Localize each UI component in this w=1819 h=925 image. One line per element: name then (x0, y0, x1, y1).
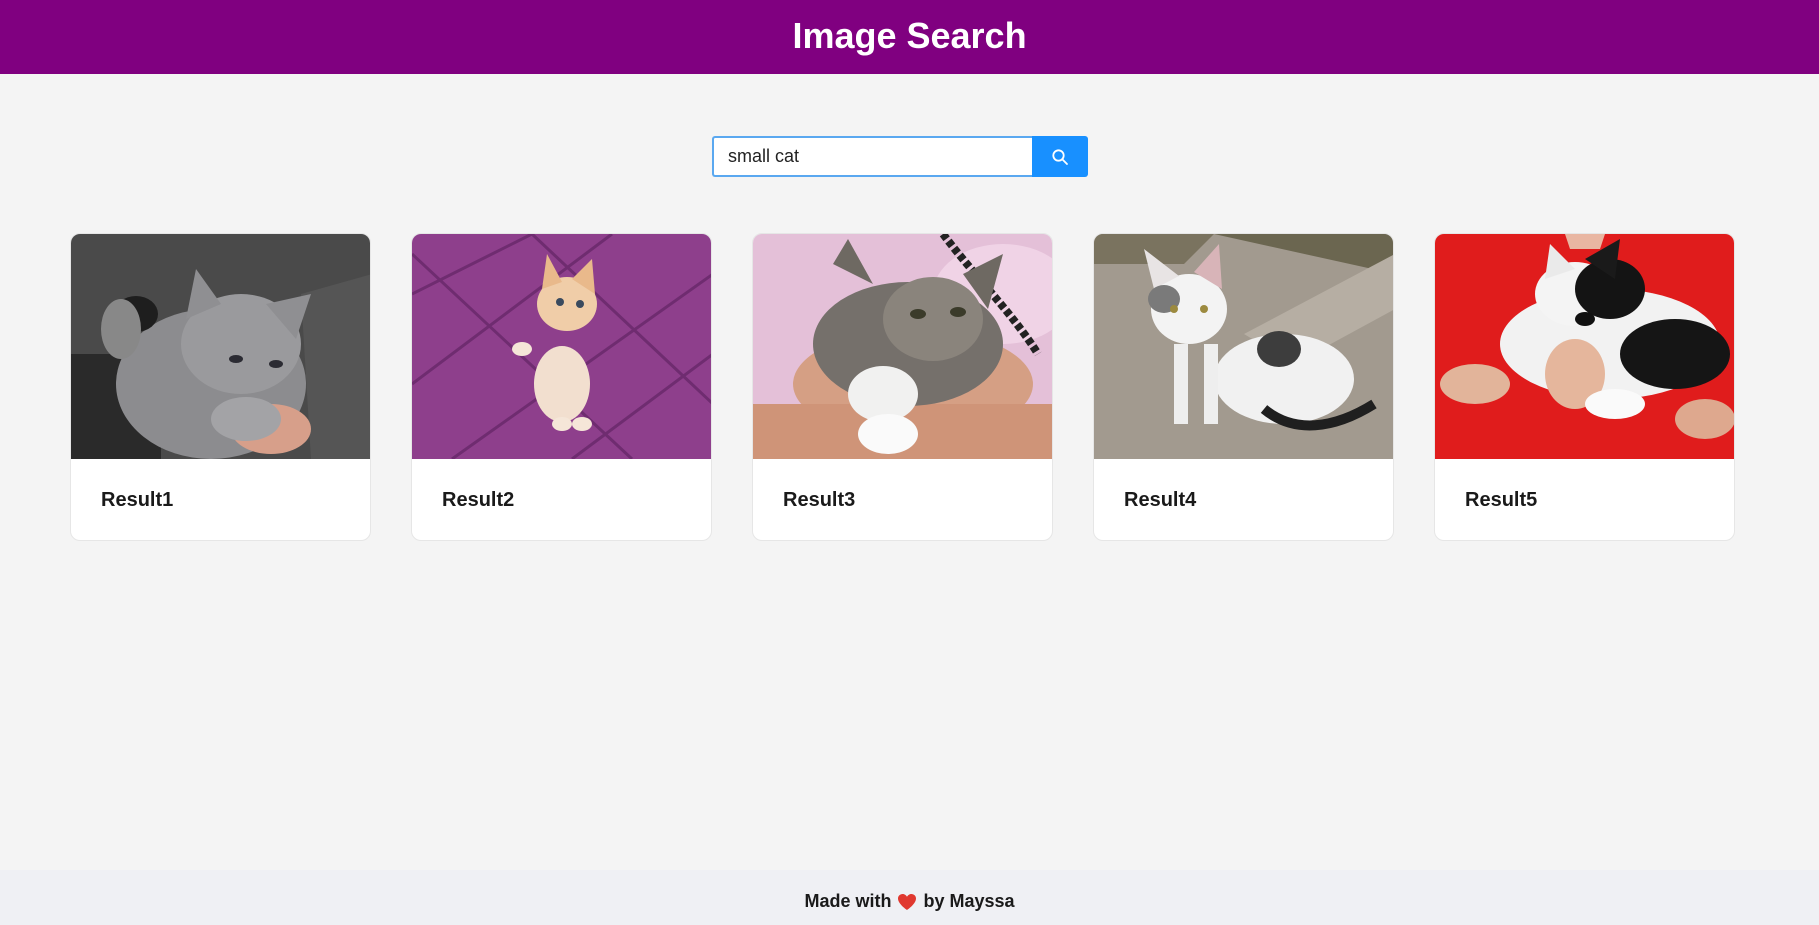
page-header: Image Search (0, 0, 1819, 74)
result-title: Result4 (1124, 488, 1197, 511)
page-title: Image Search (792, 15, 1027, 56)
result-card[interactable]: Result5 (1434, 233, 1735, 541)
result-card[interactable]: Result4 (1093, 233, 1394, 541)
footer-suffix: by Mayssa (923, 891, 1015, 911)
results-grid: Result1 Result2 Result3 Result4 Result5 (70, 233, 1735, 541)
result-title: Result1 (101, 488, 174, 511)
footer-prefix: Made with (804, 891, 892, 911)
search-icon (1052, 148, 1068, 165)
result-image[interactable] (1435, 234, 1735, 459)
result-image[interactable] (412, 234, 712, 459)
result-title: Result2 (442, 488, 515, 511)
result-image[interactable] (753, 234, 1053, 459)
result-title: Result3 (783, 488, 856, 511)
heart-icon (897, 893, 917, 911)
result-card[interactable]: Result1 (70, 233, 371, 541)
result-card[interactable]: Result2 (411, 233, 712, 541)
search-input[interactable] (712, 136, 1032, 177)
search-button[interactable] (1032, 136, 1088, 177)
result-title: Result5 (1465, 488, 1538, 511)
result-card[interactable]: Result3 (752, 233, 1053, 541)
search-bar (712, 136, 1088, 177)
page-footer: Made with by Mayssa (0, 870, 1819, 925)
result-image[interactable] (1094, 234, 1394, 459)
result-image[interactable] (71, 234, 371, 459)
